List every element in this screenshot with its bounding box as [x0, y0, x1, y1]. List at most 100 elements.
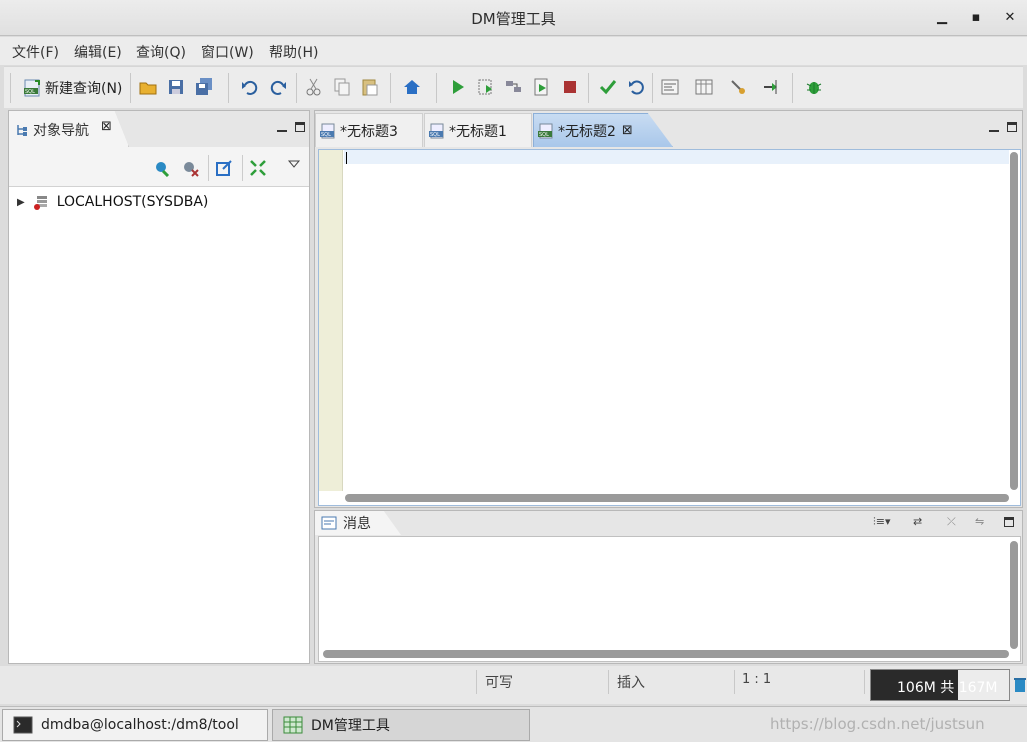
run-icon[interactable] — [448, 77, 468, 97]
close-tab-icon[interactable]: ⊠ — [622, 123, 633, 138]
next-message-icon[interactable]: ⇋ — [975, 515, 984, 528]
taskbar-item-label: dmdba@localhost:/dm8/tool — [41, 717, 239, 733]
tree-item-label: LOCALHOST(SYSDBA) — [56, 194, 209, 210]
minimize-panel-icon[interactable] — [277, 122, 287, 132]
maximize-panel-icon[interactable] — [1004, 517, 1014, 527]
menu-bar: 文件(F) 编辑(E) 查询(Q) 窗口(W) 帮助(H) — [0, 37, 1027, 65]
heap-status-bar: 106M 共 167M — [870, 669, 1010, 701]
taskbar-terminal[interactable]: dmdba@localhost:/dm8/tool — [2, 709, 268, 741]
disconnect-icon[interactable] — [181, 159, 199, 177]
maximize-panel-icon[interactable] — [1007, 122, 1017, 132]
status-insert-mode: 插入 — [617, 675, 645, 691]
maximize-button[interactable]: ▪ — [966, 8, 986, 28]
previous-message-icon[interactable]: ⤫ — [947, 515, 956, 529]
new-query-label: 新建查询(N) — [45, 81, 123, 97]
edit-icon[interactable] — [215, 159, 233, 177]
horizontal-scrollbar[interactable] — [323, 650, 1009, 658]
undo-icon[interactable] — [240, 77, 260, 97]
rollback-icon[interactable] — [626, 77, 646, 97]
tree-icon — [17, 125, 27, 136]
watermark-text: https://blog.csdn.net/justsun — [770, 715, 985, 733]
taskbar: dmdba@localhost:/dm8/tool DM管理工具 https:/… — [0, 706, 1027, 742]
run-selection-icon[interactable] — [476, 77, 496, 97]
svg-text:SQL: SQL — [430, 132, 440, 138]
dm-tool-icon — [283, 716, 303, 734]
status-writable: 可写 — [485, 675, 513, 691]
open-folder-icon[interactable] — [138, 77, 158, 97]
close-tab-icon[interactable]: ⊠ — [101, 119, 112, 134]
message-icon — [321, 516, 337, 530]
sql-file-icon: SQL — [24, 79, 40, 97]
svg-text:SQL: SQL — [25, 89, 35, 95]
stop-icon[interactable] — [560, 77, 580, 97]
home-icon[interactable] — [402, 77, 422, 97]
tab-label: *无标题2 — [558, 123, 616, 140]
svg-text:SQL: SQL — [539, 132, 549, 138]
object-navigator-panel: 对象导航 ⊠ ▶ LOCALHOST(SYSDBA) — [8, 110, 310, 664]
tab-untitled-3[interactable]: SQL *无标题3 — [315, 113, 423, 147]
status-cursor-position: 1 : 1 — [742, 672, 772, 687]
sql-file-icon: SQL — [538, 123, 553, 138]
current-line-highlight — [344, 150, 1009, 164]
view-menu-icon[interactable] — [287, 159, 301, 171]
tab-label: *无标题1 — [449, 123, 507, 140]
navigator-tab-label: 对象导航 — [33, 123, 89, 139]
window-title: DM管理工具 — [471, 10, 556, 28]
collapse-all-icon[interactable] — [249, 159, 267, 177]
window-titlebar: DM管理工具 ▁ ▪ ✕ — [0, 0, 1027, 36]
calendar-grid-icon[interactable] — [694, 77, 714, 97]
filter-dropdown-icon[interactable]: ⫶≡▾ — [873, 515, 891, 529]
save-all-icon[interactable] — [194, 77, 214, 97]
clear-messages-icon[interactable]: ⇄ — [913, 515, 922, 528]
save-icon[interactable] — [166, 77, 186, 97]
messages-output-area — [318, 536, 1021, 662]
expand-arrow-icon[interactable]: ▶ — [17, 197, 25, 208]
tab-object-navigator[interactable]: 对象导航 ⊠ — [9, 111, 129, 147]
trash-icon[interactable] — [1013, 676, 1027, 694]
maximize-panel-icon[interactable] — [295, 122, 305, 132]
close-button[interactable]: ✕ — [1000, 8, 1020, 28]
menu-help[interactable]: 帮助(H) — [269, 42, 318, 62]
minimize-button[interactable]: ▁ — [932, 8, 952, 28]
redo-icon[interactable] — [268, 77, 288, 97]
minimize-panel-icon[interactable] — [989, 122, 999, 132]
messages-panel: 消息 ⫶≡▾ ⇄ ⤫ ⇋ — [314, 510, 1023, 664]
horizontal-scrollbar[interactable] — [345, 494, 1009, 502]
export-icon[interactable] — [762, 77, 782, 97]
connect-icon[interactable] — [153, 159, 171, 177]
explain-plan-icon[interactable] — [504, 77, 524, 97]
menu-file[interactable]: 文件(F) — [12, 42, 59, 62]
sql-file-icon: SQL — [320, 123, 335, 138]
line-number-gutter — [319, 150, 343, 491]
menu-edit[interactable]: 编辑(E) — [74, 42, 122, 62]
paste-icon[interactable] — [360, 77, 380, 97]
messages-tab-label: 消息 — [343, 516, 371, 532]
taskbar-item-label: DM管理工具 — [311, 718, 390, 734]
svg-text:SQL: SQL — [321, 132, 331, 138]
menu-query[interactable]: 查询(Q) — [136, 42, 186, 62]
vertical-scrollbar[interactable] — [1010, 152, 1018, 490]
bug-icon[interactable] — [804, 77, 824, 97]
tab-untitled-1[interactable]: SQL *无标题1 — [424, 113, 532, 147]
debug-step-icon[interactable] — [728, 77, 748, 97]
heap-status-text: 106M 共 167M — [897, 680, 998, 696]
text-caret — [346, 152, 347, 164]
commit-icon[interactable] — [598, 77, 618, 97]
status-bar: 可写 插入 1 : 1 106M 共 167M — [0, 666, 1027, 704]
tree-item-localhost[interactable]: ▶ LOCALHOST(SYSDBA) — [17, 191, 208, 213]
taskbar-dm-tool[interactable]: DM管理工具 — [272, 709, 530, 741]
copy-icon[interactable] — [332, 77, 352, 97]
cut-icon[interactable] — [304, 77, 324, 97]
terminal-icon — [13, 716, 33, 734]
sql-file-icon: SQL — [429, 123, 444, 138]
navigator-toolbar — [9, 147, 309, 187]
tab-messages[interactable]: 消息 — [315, 511, 401, 535]
sql-text-area[interactable] — [318, 149, 1021, 506]
tab-untitled-2[interactable]: SQL *无标题2 ⊠ — [533, 113, 673, 147]
new-query-button[interactable]: SQL 新建查询(N) — [24, 77, 122, 99]
navigator-header: 对象导航 ⊠ — [9, 111, 309, 147]
menu-window[interactable]: 窗口(W) — [201, 42, 254, 62]
vertical-scrollbar[interactable] — [1010, 541, 1018, 649]
run-script-icon[interactable] — [532, 77, 552, 97]
format-sql-icon[interactable] — [660, 77, 680, 97]
